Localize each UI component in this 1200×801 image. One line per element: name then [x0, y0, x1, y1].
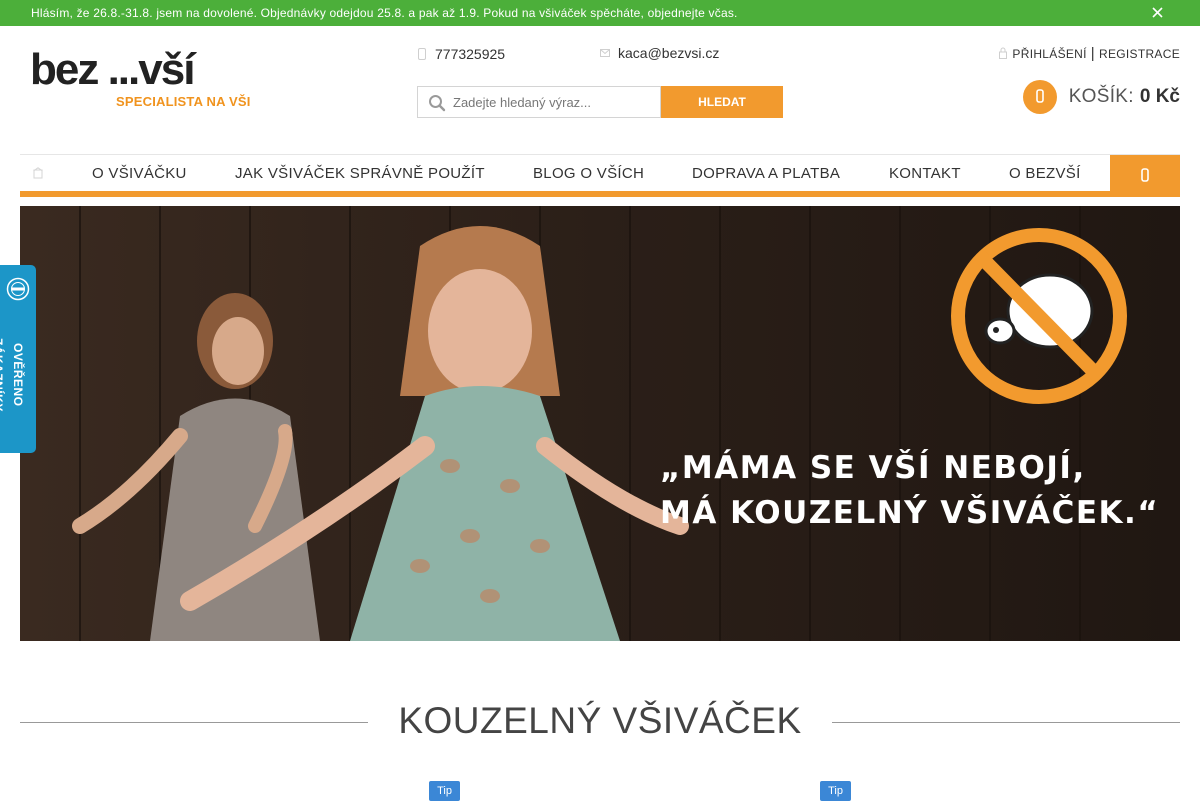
- account-links: PŘIHLÁŠENÍ | REGISTRACE: [999, 45, 1180, 62]
- logo-tagline: SPECIALISTA NA VŠI: [116, 94, 251, 109]
- search-icon: [429, 95, 446, 112]
- phone-number: 777325925: [435, 46, 506, 62]
- contact-phone[interactable]: 777325925: [417, 46, 505, 62]
- lock-icon: [999, 47, 1008, 59]
- hero-quote: „MÁMA SE VŠÍ NEBOJÍ, MÁ KOUZELNÝ VŠIVÁČE…: [660, 446, 1159, 536]
- verified-customers-badge[interactable]: OVĚŘENO ZÁKAZNÍKY: [0, 265, 36, 453]
- cart-icon: [1035, 89, 1044, 103]
- hero-banner[interactable]: „MÁMA SE VŠÍ NEBOJÍ, MÁ KOUZELNÝ VŠIVÁČE…: [20, 206, 1180, 641]
- home-icon[interactable]: [33, 167, 43, 179]
- cart-total: 0 Kč: [1139, 86, 1180, 107]
- login-link[interactable]: PŘIHLÁŠENÍ: [1012, 47, 1086, 61]
- search-button[interactable]: HLEDAT: [661, 86, 783, 118]
- product-tip-tag: Tip: [820, 781, 851, 801]
- nav-item-jak-pouzit[interactable]: JAK VŠIVÁČEK SPRÁVNĚ POUŽÍT: [235, 165, 485, 182]
- logo-wordmark: bez ...vší: [30, 45, 195, 94]
- section-header: KOUZELNÝ VŠIVÁČEK: [20, 700, 1180, 744]
- nav-item-kontakt[interactable]: KONTAKT: [889, 165, 961, 182]
- cart-icon-circle: [1022, 80, 1057, 114]
- cart-widget[interactable]: KOŠÍK: 0 Kč: [1022, 79, 1180, 115]
- nav-item-o-vsivacku[interactable]: O VŠIVÁČKU: [92, 165, 187, 182]
- contact-email[interactable]: kaca@bezvsi.cz: [600, 45, 719, 61]
- section-divider-right: [832, 722, 1180, 723]
- section-title: KOUZELNÝ VŠIVÁČEK: [398, 700, 802, 741]
- cart-label: KOŠÍK:: [1068, 86, 1134, 107]
- announcement-bar: Hlásím, že 26.8.-31.8. jsem na dovolené.…: [0, 0, 1200, 26]
- main-navigation: O VŠIVÁČKU JAK VŠIVÁČEK SPRÁVNĚ POUŽÍT B…: [20, 154, 1180, 197]
- nav-item-blog[interactable]: BLOG O VŠÍCH: [533, 165, 644, 182]
- search-field: [417, 86, 661, 118]
- product-tip-tag: Tip: [429, 781, 460, 801]
- register-link[interactable]: REGISTRACE: [1099, 47, 1180, 61]
- site-logo[interactable]: bez ...vší SPECIALISTA NA VŠI: [30, 45, 250, 114]
- nav-underline: [20, 191, 1180, 197]
- nav-item-doprava[interactable]: DOPRAVA A PLATBA: [692, 165, 840, 182]
- verified-seal-icon: [6, 277, 30, 301]
- section-divider-left: [20, 722, 368, 723]
- search-form: HLEDAT: [417, 86, 783, 118]
- announcement-text: Hlásím, že 26.8.-31.8. jsem na dovolené.…: [31, 6, 738, 20]
- close-icon[interactable]: [1151, 6, 1164, 19]
- nav-item-o-bezvsi[interactable]: O BEZVŠÍ: [1009, 165, 1081, 182]
- hero-quote-line-1: „MÁMA SE VŠÍ NEBOJÍ,: [660, 450, 1086, 486]
- hero-quote-line-2: MÁ KOUZELNÝ VŠIVÁČEK.“: [660, 495, 1160, 531]
- email-icon: [600, 49, 610, 57]
- search-input[interactable]: [453, 88, 653, 116]
- phone-icon: [418, 48, 426, 60]
- hero-photo: [20, 206, 1180, 641]
- account-separator: |: [1090, 45, 1095, 62]
- nav-search-icon: [1141, 168, 1149, 182]
- verified-badge-label: OVĚŘENO ZÁKAZNÍKY: [0, 337, 25, 412]
- email-address: kaca@bezvsi.cz: [618, 45, 720, 61]
